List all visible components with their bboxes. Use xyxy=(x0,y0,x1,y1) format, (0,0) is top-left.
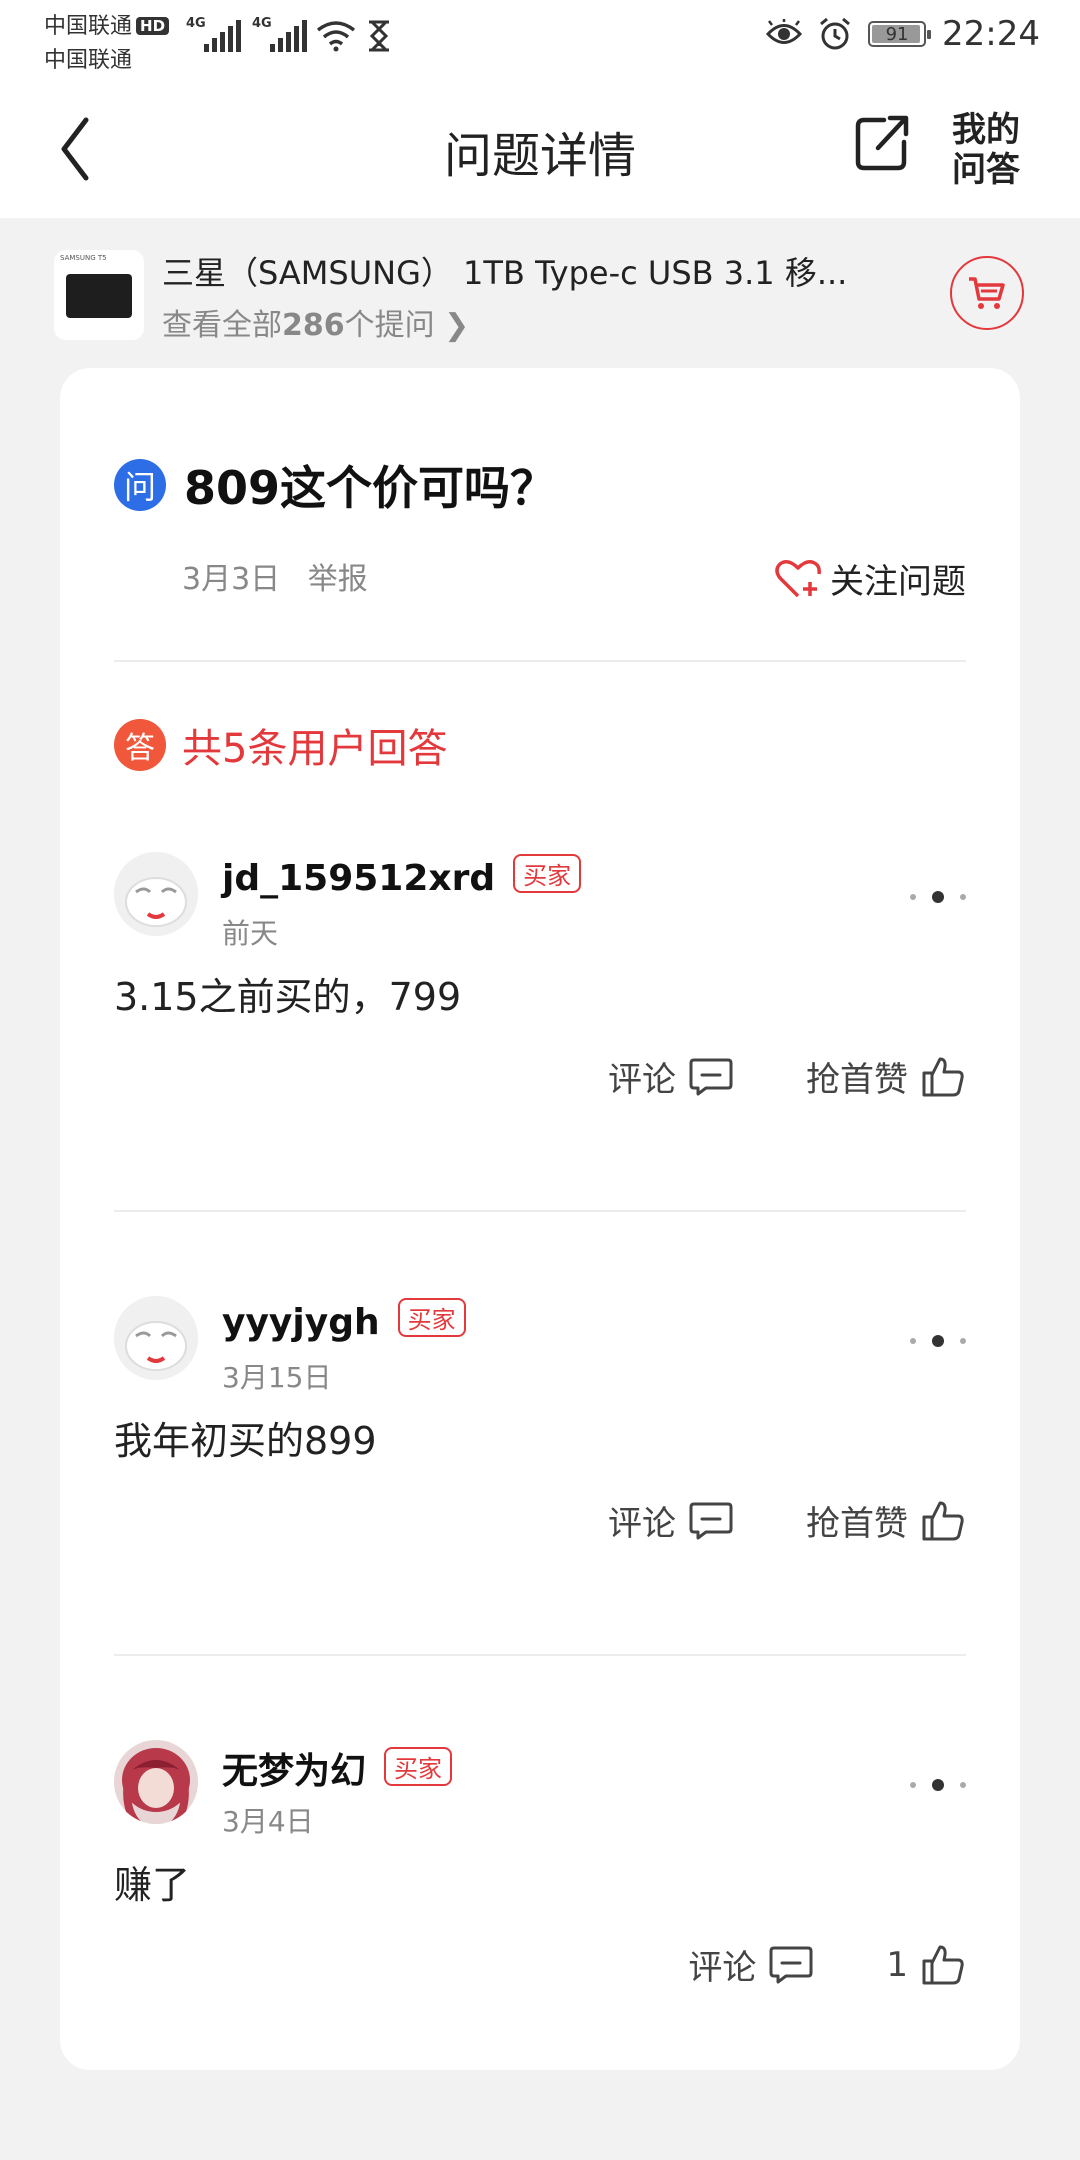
like-label: 抢首赞 xyxy=(806,1060,908,1100)
question-card: 问 809这个价可吗？ 3月3日 举报 关注问题 答 共5条用户回答 jd_15… xyxy=(60,368,1020,2070)
signal-1-icon: 4G xyxy=(186,14,241,52)
comment-button[interactable]: 评论 xyxy=(608,1496,734,1545)
like-label: 抢首赞 xyxy=(806,1504,908,1544)
buyer-badge: 买家 xyxy=(397,1298,466,1337)
share-icon[interactable] xyxy=(852,112,910,174)
like-button[interactable]: 1 xyxy=(886,1943,966,1987)
like-button[interactable]: 抢首赞 xyxy=(806,1496,966,1545)
cart-button[interactable] xyxy=(950,256,1024,330)
all-questions-prefix: 查看全部 xyxy=(162,308,282,343)
comment-icon xyxy=(689,1058,733,1095)
answer-item: yyyjygh 买家 3月15日 我年初买的899 评论 抢首赞 xyxy=(114,1296,966,1596)
cart-icon xyxy=(969,277,1005,309)
answer-date: 3月15日 xyxy=(222,1361,332,1394)
answer-date: 前天 xyxy=(222,917,279,950)
carrier-1: 中国联通 HD xyxy=(44,8,170,40)
comment-button[interactable]: 评论 xyxy=(688,1940,814,1989)
page-title: 问题详情 xyxy=(443,128,636,184)
comment-icon xyxy=(769,1946,813,1983)
answer-actions: 评论 1 xyxy=(688,1940,966,1989)
signal-2-label: 4G xyxy=(252,16,272,31)
carrier-1-label: 中国联通 xyxy=(44,14,133,39)
divider xyxy=(114,1654,966,1656)
battery-icon: 91 xyxy=(868,21,932,47)
like-button[interactable]: 抢首赞 xyxy=(806,1052,966,1101)
default-avatar-icon xyxy=(114,852,198,936)
status-right: 91 22:24 xyxy=(766,14,1040,54)
wifi-icon xyxy=(316,21,356,52)
user-photo-avatar xyxy=(114,1740,198,1824)
report-link[interactable]: 举报 xyxy=(308,562,368,597)
hd-badge: HD xyxy=(136,17,170,35)
avatar[interactable] xyxy=(114,1740,198,1824)
default-avatar-icon xyxy=(114,1296,198,1380)
answer-actions: 评论 抢首赞 xyxy=(608,1052,966,1101)
answer-date: 3月4日 xyxy=(222,1805,314,1838)
battery-level: 91 xyxy=(885,23,909,45)
comment-button[interactable]: 评论 xyxy=(608,1052,734,1101)
username[interactable]: 无梦为幻 买家 xyxy=(222,1742,453,1794)
all-questions-link[interactable]: 查看全部286个提问 ❯ xyxy=(162,300,469,344)
thumbs-up-icon xyxy=(922,1501,964,1540)
more-options-icon[interactable] xyxy=(910,1326,966,1356)
divider xyxy=(114,1210,966,1212)
question-count: 286 xyxy=(282,308,345,343)
thumbs-up-icon xyxy=(922,1057,964,1096)
clock: 22:24 xyxy=(942,14,1040,54)
answer-badge: 答 xyxy=(114,719,166,771)
app-header: 问题详情 我的问答 xyxy=(0,76,1080,218)
answer-item: 无梦为幻 买家 3月4日 赚了 评论 1 xyxy=(114,1740,966,2040)
answer-count: 共5条用户回答 xyxy=(182,726,448,772)
follow-question-button[interactable]: 关注问题 xyxy=(774,554,966,603)
answers-header: 答 共5条用户回答 xyxy=(114,716,447,774)
hourglass-icon xyxy=(369,20,389,52)
comment-label: 评论 xyxy=(608,1504,676,1544)
heart-plus-icon xyxy=(775,559,821,597)
product-bar[interactable]: SAMSUNG T5 三星（SAMSUNG） 1TB Type-c USB 3.… xyxy=(0,218,1080,368)
all-questions-suffix: 个提问 ❯ xyxy=(344,308,470,343)
question-header: 问 809这个价可吗？ xyxy=(114,452,556,518)
product-thumbnail[interactable]: SAMSUNG T5 xyxy=(54,250,144,340)
question-title: 809这个价可吗？ xyxy=(184,461,557,515)
question-meta: 3月3日 举报 xyxy=(182,554,386,598)
buyer-badge: 买家 xyxy=(513,854,582,893)
follow-label: 关注问题 xyxy=(830,562,966,602)
more-options-icon[interactable] xyxy=(910,1770,966,1800)
answer-content: 3.15之前买的，799 xyxy=(114,975,462,1019)
thumbs-up-icon xyxy=(922,1945,964,1984)
like-count: 1 xyxy=(886,1944,908,1985)
status-bar: 中国联通 HD 中国联通 4G 4G 91 22:24 xyxy=(0,0,1080,76)
answer-content: 赚了 xyxy=(114,1863,191,1907)
avatar[interactable] xyxy=(114,1296,198,1380)
question-date: 3月3日 xyxy=(182,562,281,597)
divider xyxy=(114,660,966,662)
question-badge: 问 xyxy=(114,459,166,511)
answer-item: jd_159512xrd 买家 前天 3.15之前买的，799 评论 抢首赞 xyxy=(114,852,966,1152)
username-text: yyyjygh xyxy=(222,1302,380,1343)
comment-label: 评论 xyxy=(688,1948,757,1988)
username[interactable]: jd_159512xrd 买家 xyxy=(222,854,582,899)
signal-2-icon: 4G xyxy=(252,14,307,52)
comment-icon xyxy=(689,1502,733,1539)
answer-actions: 评论 抢首赞 xyxy=(608,1496,966,1545)
username-text: 无梦为幻 xyxy=(222,1751,367,1792)
username-text: jd_159512xrd xyxy=(222,858,496,899)
answer-content: 我年初买的899 xyxy=(114,1419,377,1463)
product-thumbnail-brand: SAMSUNG T5 xyxy=(60,254,107,262)
my-qa-button[interactable]: 我的问答 xyxy=(952,110,1032,190)
avatar[interactable] xyxy=(114,852,198,936)
signal-1-label: 4G xyxy=(186,16,206,31)
comment-label: 评论 xyxy=(608,1060,676,1100)
buyer-badge: 买家 xyxy=(384,1747,453,1786)
alarm-icon xyxy=(820,17,850,50)
more-options-icon[interactable] xyxy=(910,882,966,912)
eye-icon xyxy=(766,19,803,44)
carrier-2: 中国联通 xyxy=(44,48,133,73)
product-name[interactable]: 三星（SAMSUNG） 1TB Type-c USB 3.1 移... xyxy=(162,248,882,294)
username[interactable]: yyyjygh 买家 xyxy=(222,1298,466,1343)
